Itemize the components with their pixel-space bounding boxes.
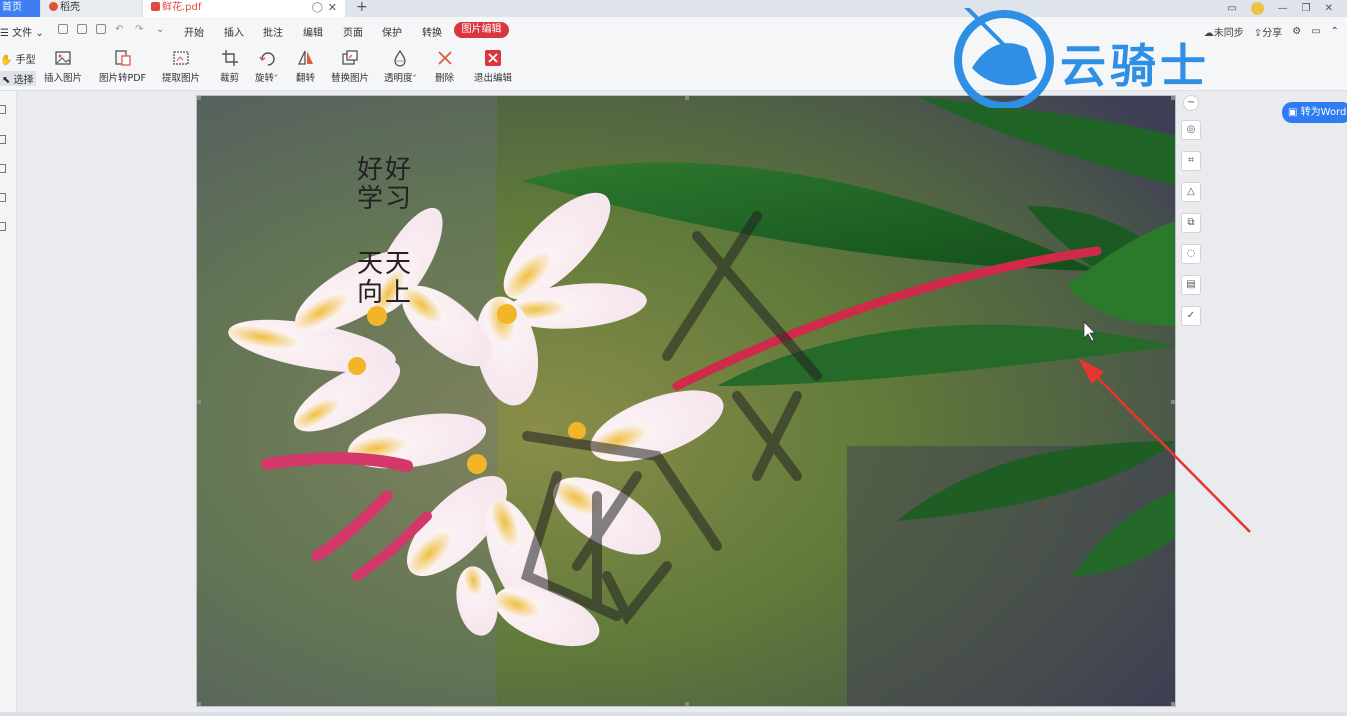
left-sidebar [0,91,17,716]
status-strip [0,712,1347,716]
extract-image-button[interactable]: 提取图片 [162,49,200,84]
tab-daoke[interactable]: 稻壳 [41,0,141,17]
comment-panel-icon[interactable] [0,164,6,173]
convert-to-word-label: 转为Word [1300,107,1347,118]
insert-image-button[interactable]: 插入图片 [44,49,82,84]
redo-icon[interactable]: ↷ [135,24,143,35]
image-to-pdf-icon [114,50,131,66]
crop-label: 裁剪 [220,73,240,84]
flip-label: 翻转 [296,73,316,84]
resize-handle-bl[interactable] [197,702,201,706]
rotate-label: 旋转 [255,73,275,84]
insert-image-icon [55,51,71,65]
transparency-label: 透明度 [384,73,413,84]
flip-button[interactable]: 翻转 [296,49,315,84]
hand-tool[interactable]: ✋ 手型 [0,51,36,66]
menu-edit[interactable]: 编辑 [303,24,323,39]
image-to-pdf-button[interactable]: 图片转PDF [99,49,146,84]
replace-float-icon[interactable]: ⧉ [1181,213,1201,233]
transparency-icon [394,49,406,67]
transparency-button[interactable]: 透明度˅ [384,49,417,84]
tab-pdf-document[interactable]: 鲜花.pdf ◯ ✕ [143,0,345,17]
ocr-icon[interactable]: ◎ [1181,120,1201,140]
flip-float-icon[interactable]: △ [1181,182,1201,202]
extract-text-icon[interactable]: ▤ [1181,275,1201,295]
daoke-icon [49,2,58,11]
exit-edit-icon [485,50,501,66]
menu-page[interactable]: 页面 [343,24,363,39]
exit-edit-label: 退出编辑 [474,73,513,84]
image-text-line1: 好好 [357,155,414,185]
menu-file-label: 文件 [12,28,33,39]
resize-handle-br[interactable] [1171,702,1175,706]
image-text-line2: 学习 [357,184,414,214]
insert-image-label: 插入图片 [44,73,83,84]
pin-icon[interactable]: ◯ [312,0,323,15]
tab-daoke-label: 稻壳 [60,2,80,13]
check-icon[interactable]: ✓ [1181,306,1201,326]
hand-tool-label: 手型 [15,55,36,66]
menu-convert[interactable]: 转换 [422,24,442,39]
watermark-brand-text: 云骑士 [1060,39,1210,93]
resize-handle-top[interactable] [685,96,689,100]
replace-image-button[interactable]: 替换图片 [331,49,369,84]
replace-image-icon [342,50,358,65]
bookmark-icon[interactable] [0,135,6,144]
replace-image-label: 替换图片 [331,73,370,84]
menu-insert[interactable]: 插入 [224,24,244,39]
flower-photo [197,96,1175,706]
search-panel-icon[interactable] [0,222,6,231]
resize-handle-tl[interactable] [197,96,201,100]
extract-image-label: 提取图片 [162,73,201,84]
transparency-float-icon[interactable]: ◌ [1181,244,1201,264]
rotate-button[interactable]: 旋转˅ [255,49,278,84]
save-icon[interactable] [77,24,87,34]
flip-icon [297,50,313,65]
pdf-icon [151,2,160,11]
crop-icon [221,50,238,66]
delete-label: 删除 [435,73,455,84]
attachment-icon[interactable] [0,193,6,202]
image-text-block-1: 好好 学习 [357,156,413,214]
open-icon[interactable] [58,24,68,34]
print-icon[interactable] [96,24,106,34]
crop-float-icon[interactable]: ⌗ [1181,151,1201,171]
delete-button[interactable]: 删除 [435,49,454,84]
close-tab-icon[interactable]: ✕ [328,0,337,15]
image-text-line4: 向上 [357,278,414,308]
extract-image-icon [173,51,189,65]
undo-icon[interactable]: ↶ [115,24,123,35]
word-icon: ▣ [1288,107,1298,118]
menu-file[interactable]: ☰ 文件 ⌄ [0,24,44,39]
new-tab-button[interactable]: + [356,0,368,15]
image-text-line3: 天天 [357,249,414,279]
crop-button[interactable]: 裁剪 [220,49,239,84]
resize-handle-bottom[interactable] [685,702,689,706]
menu-image-edit[interactable]: 图片编辑 [454,22,509,38]
tab-home[interactable]: 首页 [0,0,40,17]
menu-protect[interactable]: 保护 [382,24,402,39]
quick-access-dropdown-icon[interactable]: ⌄ [156,24,164,35]
menu-start[interactable]: 开始 [184,24,204,39]
exit-edit-button[interactable]: 退出编辑 [474,49,512,84]
tab-pdf-label: 鲜花.pdf [162,2,202,13]
thumbnail-icon[interactable] [0,105,6,114]
image-to-pdf-label: 图片转PDF [99,73,147,84]
image-text-block-2: 天天 向上 [357,250,413,308]
delete-icon [437,51,452,65]
menu-annotate[interactable]: 批注 [263,24,283,39]
resize-handle-left[interactable] [197,400,201,404]
select-tool[interactable]: ⬉ 选择 [0,71,36,86]
rotate-icon [258,52,275,66]
selected-image[interactable]: 好好 学习 天天 向上 [196,95,1176,707]
resize-handle-right[interactable] [1171,400,1175,404]
select-tool-label: 选择 [13,75,34,86]
